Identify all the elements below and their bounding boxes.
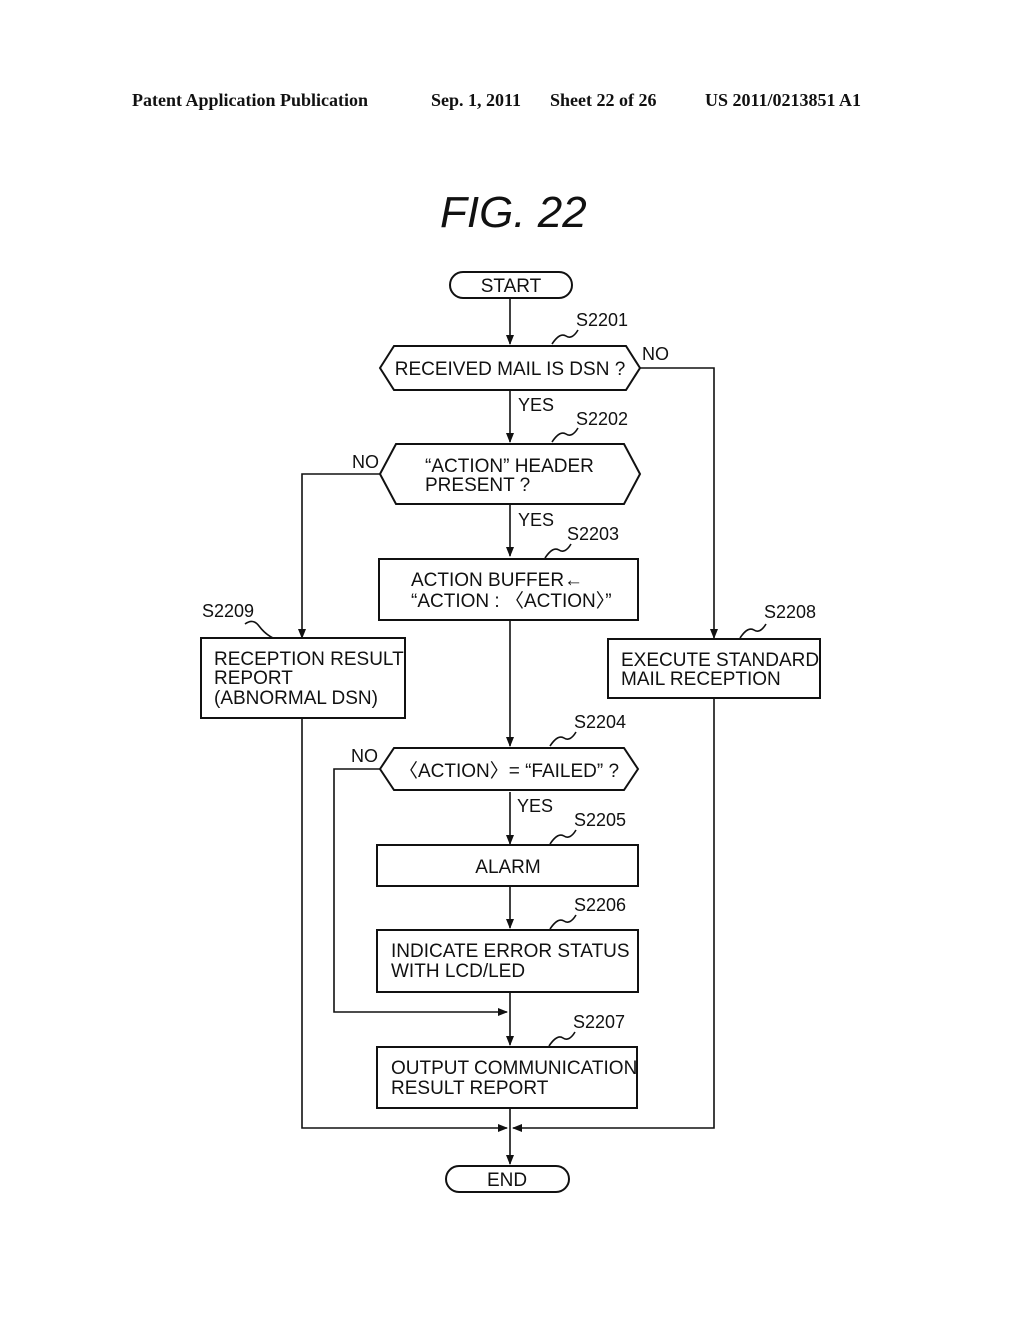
s2205-step: S2205 [574,810,626,830]
s2203-line1: ACTION BUFFER← [411,570,583,591]
s2202-yes-label: YES [518,510,554,530]
s2202-line1: “ACTION” HEADER [425,456,594,477]
s2207-step: S2207 [573,1012,625,1032]
s2205-label: ALARM [475,857,540,878]
s2207-line1: OUTPUT COMMUNICATION [391,1058,637,1079]
s2202-leader [551,427,579,443]
s2209-leader [244,620,274,639]
s2206-leader [549,914,577,930]
s2204-label: 〈ACTION〉= “FAILED” ? [399,760,619,782]
s2202-no-label: NO [352,452,379,472]
s2206-step: S2206 [574,895,626,915]
edge-s2201-s2208 [640,367,718,639]
s2204-step: S2204 [574,712,626,732]
s2203-leader [544,543,572,559]
s2205-leader [549,829,577,845]
s2207-line2: RESULT REPORT [391,1078,549,1099]
s2204-no-label: NO [351,746,378,766]
s2203-line2: “ACTION : 〈ACTION〉” [411,590,612,612]
s2209-line2: REPORT [214,668,293,689]
s2202-step: S2202 [576,409,628,429]
s2201-no-label: NO [642,344,669,364]
s2209-line3: (ABNORMAL DSN) [214,688,378,709]
s2204-yes-label: YES [517,796,553,816]
s2201-label: RECEIVED MAIL IS DSN ? [395,359,626,380]
s2201-step: S2201 [576,310,628,330]
s2207-leader [548,1031,576,1047]
s2202-line2: PRESENT ? [425,475,530,496]
end-label: END [487,1170,527,1191]
connectors [298,298,718,1165]
s2201-yes-label: YES [518,395,554,415]
start-label: START [481,276,542,297]
s2206-line1: INDICATE ERROR STATUS [391,941,630,962]
edge-s2202-s2209 [298,473,380,639]
s2206-line2: WITH LCD/LED [391,961,525,982]
s2208-line2: MAIL RECEPTION [621,669,781,690]
s2208-line1: EXECUTE STANDARD [621,650,819,671]
s2201-leader [551,329,579,345]
s2209-step: S2209 [202,601,254,621]
s2209-line1: RECEPTION RESULT [214,649,404,670]
s2208-step: S2208 [764,602,816,622]
s2204-leader [549,731,577,747]
s2208-leader [739,623,767,639]
s2203-step: S2203 [567,524,619,544]
flowchart: START S2201 RECEIVED MAIL IS DSN ? NO YE… [200,271,821,1193]
